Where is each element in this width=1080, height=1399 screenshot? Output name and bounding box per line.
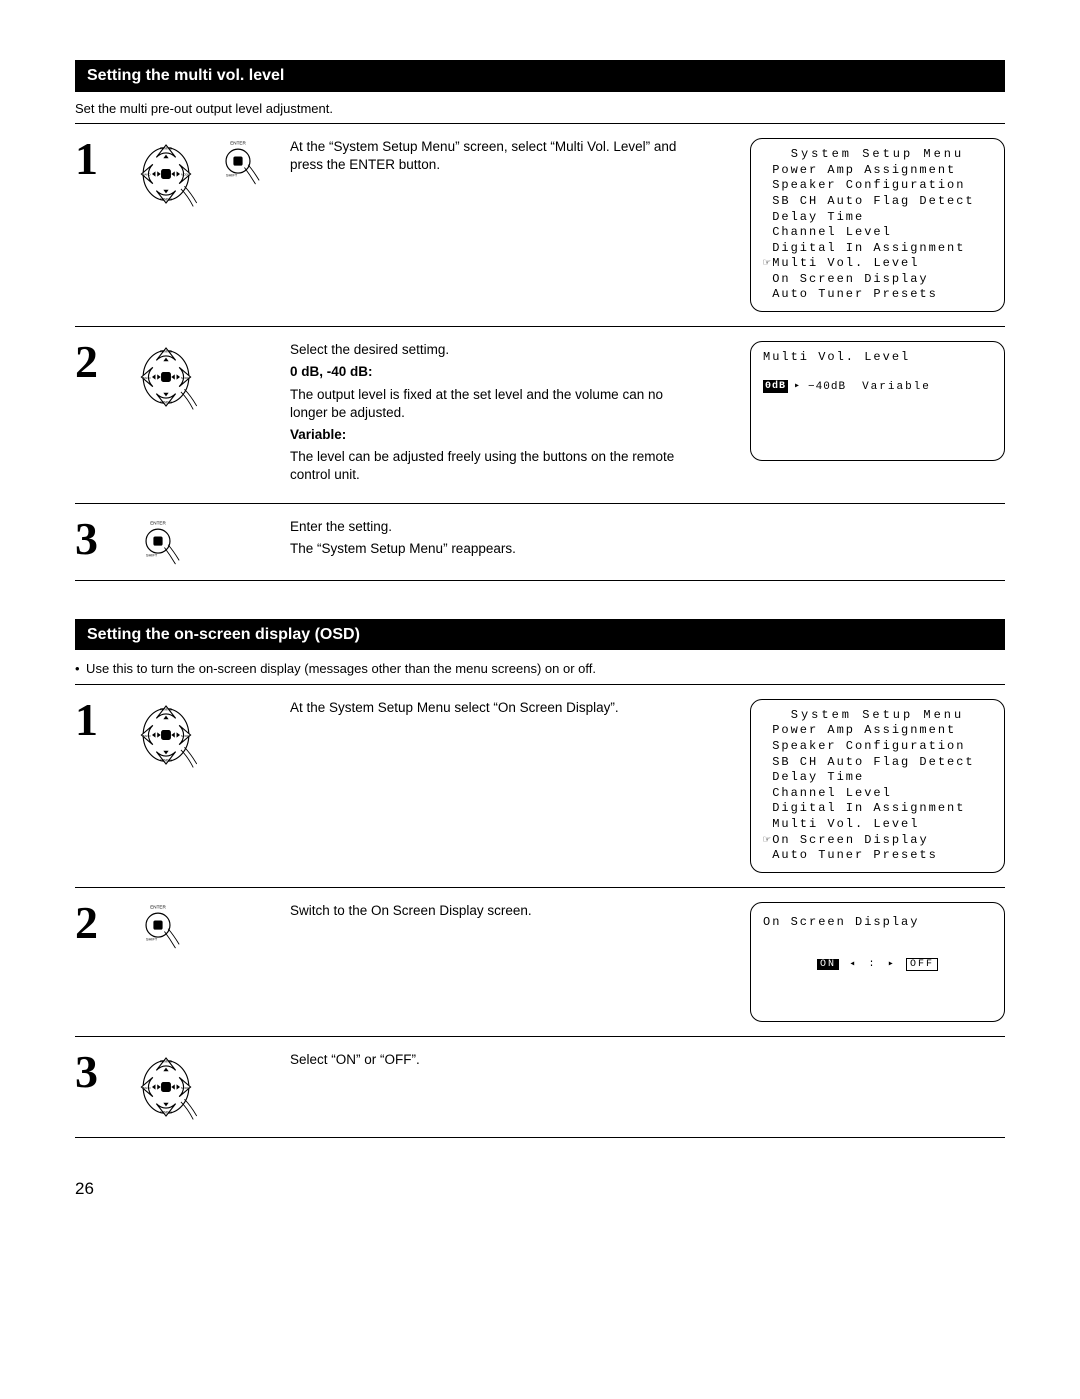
band-label: BAND (143, 173, 151, 177)
step-number: 3 (75, 518, 135, 566)
band-label: BAND (143, 376, 151, 380)
menu-item: Power Amp Assignment (763, 723, 992, 739)
screen-title: System Setup Menu (763, 708, 992, 724)
screen-title: On Screen Display (763, 915, 992, 931)
tuning-label-bottom: TUNING (160, 758, 173, 762)
shift-label: SHIFT (226, 174, 238, 178)
cursor-joystick-icon: TUNING TUNING BAND MODE (135, 699, 197, 771)
menu-item: Channel Level (763, 225, 992, 241)
lcd-screen: System Setup Menu Power Amp Assignment S… (750, 699, 1005, 873)
enter-label: ENTER (230, 141, 246, 146)
menu-item: Speaker Configuration (763, 178, 992, 194)
arrow-left-icon: ◂ (849, 959, 857, 970)
osd-off: OFF (906, 958, 938, 971)
enter-label: ENTER (150, 520, 166, 525)
osd-toggle: ON ◂ : ▸ OFF (763, 956, 992, 972)
band-label: BAND (143, 734, 151, 738)
mode-label: MODE (181, 734, 190, 738)
step-number: 1 (75, 699, 135, 873)
mvl-step-2: 2 TUNING TUNING BAND MODE Select the des… (75, 326, 1005, 503)
tuning-label-top: TUNING (160, 1059, 173, 1063)
lcd-screen: System Setup Menu Power Amp Assignment S… (750, 138, 1005, 312)
intro-osd: • Use this to turn the on-screen display… (75, 660, 1005, 678)
step-number: 2 (75, 341, 135, 489)
menu-item: Digital In Assignment (763, 241, 992, 257)
tuning-label-top: TUNING (160, 147, 173, 151)
arrow-icon: ▸ (794, 380, 802, 393)
menu-item: Multi Vol. Level (763, 817, 992, 833)
shift-label: SHIFT (146, 553, 158, 557)
page-number: 26 (75, 1178, 1005, 1201)
menu-item: SB CH Auto Flag Detect (763, 194, 992, 210)
cursor-joystick-icon: TUNING TUNING BAND MODE (135, 138, 197, 210)
intro-multi-vol: Set the multi pre-out output level adjus… (75, 100, 1005, 118)
step-number: 2 (75, 902, 135, 1022)
shift-label: SHIFT (146, 937, 158, 941)
mvl-step-1: 1 TUNING TUNING BAND MODE ENTER SHIFT At… (75, 123, 1005, 326)
menu-item: Auto Tuner Presets (763, 848, 992, 864)
step-text: At the “System Setup Menu” screen, selec… (290, 138, 693, 174)
menu-item: ☞Multi Vol. Level (763, 256, 992, 272)
step-text: Enter the setting. (290, 518, 693, 536)
cursor-joystick-icon: TUNING TUNING BAND MODE (135, 1051, 197, 1123)
mvl-step-3: 3 ENTER SHIFT Enter the setting. The “Sy… (75, 503, 1005, 581)
screen-title: Multi Vol. Level (763, 350, 992, 366)
mode-label: MODE (181, 1085, 190, 1089)
tuning-label-bottom: TUNING (160, 197, 173, 201)
osd-step-1: 1 TUNING TUNING BAND MODE At the System … (75, 684, 1005, 887)
tuning-label-top: TUNING (160, 707, 173, 711)
enter-button-icon: ENTER SHIFT (215, 138, 261, 186)
section-header-osd: Setting the on-screen display (OSD) (75, 619, 1005, 651)
step-text: Select “ON” or “OFF”. (290, 1051, 693, 1069)
menu-item: Digital In Assignment (763, 801, 992, 817)
step-text: Switch to the On Screen Display screen. (290, 902, 693, 920)
arrow-right-icon: ▸ (888, 959, 896, 970)
mode-label: MODE (181, 173, 190, 177)
step-number: 1 (75, 138, 135, 312)
osd-on: ON (817, 959, 839, 970)
screen-title: System Setup Menu (763, 147, 992, 163)
sub-text: The output level is fixed at the set lev… (290, 386, 693, 422)
enter-button-icon: ENTER SHIFT (135, 518, 181, 566)
step-number: 3 (75, 1051, 135, 1123)
cursor-joystick-icon: TUNING TUNING BAND MODE (135, 341, 197, 413)
menu-item: Channel Level (763, 786, 992, 802)
lcd-screen: Multi Vol. Level 0dB ▸ −40dB Variable (750, 341, 1005, 461)
band-label: BAND (143, 1085, 151, 1089)
step-text: Select the desired settimg. (290, 341, 693, 359)
enter-button-icon: ENTER SHIFT (135, 902, 181, 950)
sub-heading: Variable: (290, 426, 693, 444)
menu-item: Auto Tuner Presets (763, 287, 992, 303)
step-text: The “System Setup Menu” reappears. (290, 540, 693, 558)
option-selected: 0dB (763, 380, 788, 393)
colon: : (868, 959, 876, 970)
section-header-multi-vol: Setting the multi vol. level (75, 60, 1005, 92)
menu-item: Speaker Configuration (763, 739, 992, 755)
osd-step-3: 3 TUNING TUNING BAND MODE Select “ON” or… (75, 1036, 1005, 1138)
mode-label: MODE (181, 376, 190, 380)
menu-item: SB CH Auto Flag Detect (763, 755, 992, 771)
menu-item: Delay Time (763, 210, 992, 226)
tuning-label-bottom: TUNING (160, 400, 173, 404)
option-b: −40dB (808, 380, 846, 394)
option-row: 0dB ▸ −40dB Variable (763, 380, 992, 394)
lcd-screen: On Screen Display ON ◂ : ▸ OFF (750, 902, 1005, 1022)
menu-item: On Screen Display (763, 272, 992, 288)
tuning-label-top: TUNING (160, 349, 173, 353)
menu-item: Power Amp Assignment (763, 163, 992, 179)
osd-step-2: 2 ENTER SHIFT Switch to the On Screen Di… (75, 887, 1005, 1036)
sub-heading: 0 dB, -40 dB: (290, 363, 693, 381)
step-text: At the System Setup Menu select “On Scre… (290, 699, 693, 717)
menu-item: ☞On Screen Display (763, 833, 992, 849)
enter-label: ENTER (150, 904, 166, 909)
tuning-label-bottom: TUNING (160, 1110, 173, 1114)
option-c: Variable (862, 380, 931, 394)
menu-item: Delay Time (763, 770, 992, 786)
sub-text: The level can be adjusted freely using t… (290, 448, 693, 484)
